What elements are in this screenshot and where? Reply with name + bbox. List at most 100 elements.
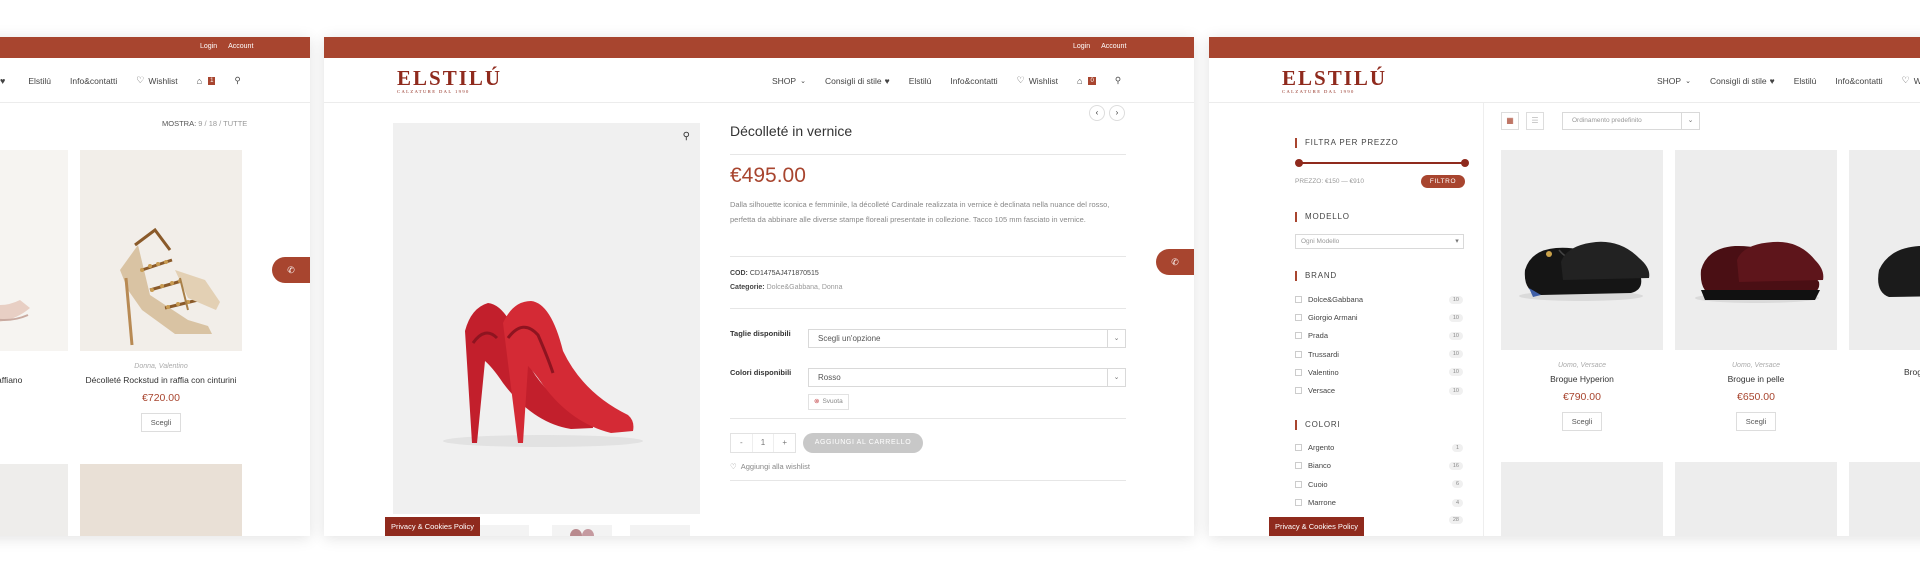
- product-image[interactable]: [1501, 150, 1663, 350]
- checkbox[interactable]: [1295, 314, 1302, 322]
- product-brand: olla: [0, 363, 20, 370]
- sort-select[interactable]: Ordinamento predefinito ⌄: [1562, 112, 1700, 130]
- cart-button[interactable]: ⌂ 0: [1077, 76, 1096, 86]
- color-filter-item[interactable]: Argento 1: [1295, 443, 1463, 452]
- thumbnail[interactable]: [552, 525, 612, 536]
- nav-consigli[interactable]: Consigli di stile ♥: [825, 76, 890, 86]
- grid-view-icon[interactable]: ▦: [1501, 112, 1519, 130]
- add-to-cart-button[interactable]: AGGIUNGI AL CARRELLO: [803, 433, 923, 453]
- product-name[interactable]: Brogue Hyperion: [1501, 374, 1663, 384]
- logo[interactable]: ELSTILÚ CALZATURE DAL 1990: [1282, 68, 1385, 95]
- brand-filter-count: 10: [1448, 295, 1463, 304]
- cookie-policy-button[interactable]: Privacy & Cookies Policy: [385, 517, 480, 536]
- brand-filter-item[interactable]: Giorgio Armani 10: [1295, 313, 1463, 322]
- zoom-icon[interactable]: ⚲: [683, 131, 690, 142]
- divider: [730, 418, 1126, 419]
- nav-shop[interactable]: SHOP ⌄: [772, 76, 806, 86]
- qty-input[interactable]: 1: [751, 434, 775, 452]
- brand-filter-item[interactable]: Valentino 10: [1295, 368, 1463, 377]
- checkbox[interactable]: [1295, 368, 1302, 376]
- divider: [730, 154, 1126, 155]
- product-name[interactable]: Brogue in pelle: [1675, 374, 1837, 384]
- nav-elstilu[interactable]: Elstilú: [1794, 76, 1817, 86]
- product-price: 0: [0, 392, 20, 404]
- product-name[interactable]: ce Saffiano: [0, 375, 22, 385]
- nav-wishlist[interactable]: ♡Wishlist: [136, 75, 177, 86]
- checkbox[interactable]: [1295, 296, 1302, 303]
- checkbox[interactable]: [1295, 499, 1302, 507]
- product-image[interactable]: [1675, 150, 1837, 350]
- checkbox[interactable]: [1295, 350, 1302, 358]
- login-link[interactable]: Login: [200, 43, 217, 50]
- checkbox[interactable]: [1295, 480, 1302, 488]
- logo[interactable]: ELSTILÚ CALZATURE DAL 1990: [397, 68, 500, 95]
- choose-button[interactable]: Scegli: [1735, 412, 1777, 431]
- login-link[interactable]: Login: [1073, 43, 1090, 50]
- brand-filter-item[interactable]: Versace 10: [1295, 386, 1463, 395]
- product-image[interactable]: [0, 150, 68, 351]
- checkbox[interactable]: [1295, 444, 1302, 451]
- product-image[interactable]: [1675, 462, 1837, 536]
- whatsapp-button[interactable]: ✆: [272, 257, 310, 283]
- brand-filter-item[interactable]: Prada 10: [1295, 331, 1463, 340]
- nav-elstilu[interactable]: Elstilú: [28, 76, 51, 86]
- checkbox[interactable]: [1295, 332, 1302, 340]
- thumbnail[interactable]: [630, 525, 690, 536]
- size-select[interactable]: Scegli un'opzione ⌄: [808, 329, 1126, 348]
- cart-button[interactable]: ⌂ 1: [197, 76, 216, 86]
- nav-wishlist[interactable]: ♡Wishlist: [1017, 75, 1058, 86]
- product-image[interactable]: [80, 150, 242, 351]
- brand-filter-item[interactable]: Trussardi 10: [1295, 350, 1463, 359]
- brand-filter-item[interactable]: Dolce&Gabbana 10: [1295, 295, 1463, 304]
- account-link[interactable]: Account: [228, 43, 253, 50]
- nav-wishlist[interactable]: ♡Wishlist: [1902, 75, 1920, 86]
- nav-shop[interactable]: SHOP ⌄: [1657, 76, 1691, 86]
- product-name[interactable]: Brog: [1904, 367, 1920, 377]
- add-to-wishlist-link[interactable]: ♡ Aggiungi alla wishlist: [730, 462, 810, 471]
- nav-elstilu[interactable]: Elstilú: [909, 76, 932, 86]
- size-select-value: Scegli un'opzione: [818, 334, 881, 343]
- color-select-value: Rosso: [818, 373, 841, 382]
- product-image[interactable]: [0, 464, 68, 536]
- nav-consigli[interactable]: ♥: [0, 76, 9, 86]
- color-filter-count: 6: [1451, 480, 1463, 489]
- clear-selection-button[interactable]: ⊗ Svuota: [808, 394, 849, 410]
- whatsapp-button[interactable]: ✆: [1156, 249, 1194, 275]
- price-slider[interactable]: [1295, 159, 1469, 167]
- color-select[interactable]: Rosso ⌄: [808, 368, 1126, 387]
- product-image[interactable]: [1849, 462, 1920, 536]
- qty-plus-button[interactable]: +: [774, 434, 795, 452]
- product-main-image[interactable]: ⚲: [393, 123, 700, 514]
- list-view-icon[interactable]: ☰: [1526, 112, 1544, 130]
- product-image[interactable]: [1501, 462, 1663, 536]
- sort-select-value: Ordinamento predefinito: [1572, 117, 1642, 124]
- qty-minus-button[interactable]: -: [731, 434, 752, 452]
- color-filter-item[interactable]: Cuoio 6: [1295, 480, 1463, 489]
- product-image[interactable]: [80, 464, 242, 536]
- thumbnail[interactable]: [474, 525, 529, 536]
- cookie-policy-button[interactable]: Privacy & Cookies Policy: [1269, 517, 1364, 536]
- filter-button[interactable]: FILTRO: [1421, 175, 1465, 188]
- showing-options[interactable]: 9 / 18 / TUTTE: [198, 119, 247, 128]
- nav-consigli[interactable]: Consigli di stile ♥: [1710, 76, 1775, 86]
- checkbox[interactable]: [1295, 462, 1302, 470]
- nav-info[interactable]: Info&contatti: [1835, 76, 1882, 86]
- choose-button[interactable]: Scegli: [1561, 412, 1603, 431]
- prev-product-button[interactable]: ‹: [1089, 105, 1105, 121]
- color-filter-item[interactable]: Marrone 4: [1295, 498, 1463, 507]
- product-image[interactable]: [1849, 150, 1920, 350]
- slider-min-handle[interactable]: [1295, 159, 1303, 167]
- nav-info[interactable]: Info&contatti: [70, 76, 117, 86]
- choose-button[interactable]: Scegli: [140, 413, 182, 432]
- cat-value[interactable]: Dolce&Gabbana, Donna: [767, 284, 843, 291]
- color-filter-item[interactable]: Bianco 16: [1295, 461, 1463, 470]
- slider-max-handle[interactable]: [1461, 159, 1469, 167]
- next-product-button[interactable]: ›: [1109, 105, 1125, 121]
- search-icon[interactable]: ⚲: [1115, 75, 1121, 86]
- product-name[interactable]: Décolleté Rockstud in raffia con cinturi…: [80, 375, 242, 385]
- checkbox[interactable]: [1295, 387, 1302, 394]
- search-icon[interactable]: ⚲: [234, 75, 240, 86]
- account-link[interactable]: Account: [1101, 43, 1126, 50]
- model-select[interactable]: Ogni Modello ▾: [1295, 234, 1464, 249]
- nav-info[interactable]: Info&contatti: [950, 76, 997, 86]
